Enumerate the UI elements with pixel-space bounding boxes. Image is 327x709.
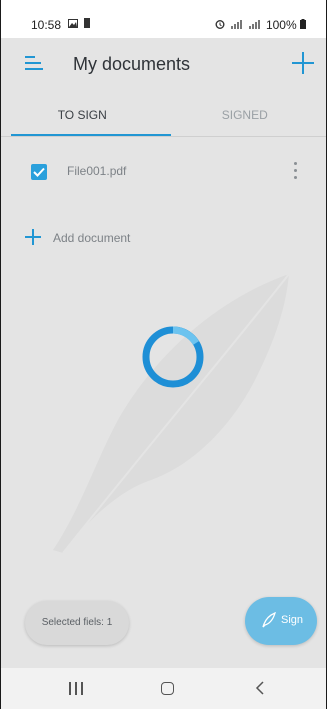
- sign-button[interactable]: Sign: [245, 597, 317, 645]
- check-icon: [33, 167, 45, 177]
- phone-screen: 10:58 100% My documents TO SIGN SIGNED F…: [0, 0, 327, 709]
- alarm-icon: [215, 20, 225, 29]
- file-checkbox[interactable]: [31, 164, 47, 180]
- feather-watermark-icon: [53, 273, 290, 554]
- battery-percent: 100%: [265, 18, 297, 32]
- page-title: My documents: [73, 54, 191, 74]
- signal-icon: [231, 20, 243, 29]
- plus-icon: [25, 229, 41, 245]
- app-content: My documents TO SIGN SIGNED File001.pdf …: [1, 38, 326, 668]
- tab-signed[interactable]: SIGNED: [164, 98, 327, 138]
- tab-to-sign[interactable]: TO SIGN: [1, 98, 164, 138]
- status-left-icons: [68, 18, 91, 31]
- status-right: 100%: [215, 18, 306, 32]
- back-icon[interactable]: [255, 681, 265, 695]
- plus-icon[interactable]: [290, 50, 316, 76]
- file-row[interactable]: File001.pdf: [1, 156, 326, 186]
- add-document-label: Add document: [53, 231, 131, 245]
- image-icon: [68, 19, 78, 28]
- tab-indicator: [11, 134, 171, 136]
- menu-icon[interactable]: [25, 56, 43, 72]
- recents-icon[interactable]: [69, 682, 83, 696]
- battery-icon: [300, 19, 306, 29]
- selected-files-badge: Selected fiels: 1: [25, 601, 129, 645]
- loading-spinner: [142, 326, 204, 388]
- system-nav-bar: [1, 668, 326, 709]
- app-bar: My documents: [1, 38, 326, 90]
- status-bar: 10:58 100%: [1, 0, 326, 38]
- file-name: File001.pdf: [67, 164, 127, 178]
- notification-icon: [83, 18, 90, 28]
- status-time: 10:58: [31, 18, 62, 32]
- home-icon[interactable]: [161, 682, 174, 695]
- more-options-icon[interactable]: [294, 162, 298, 180]
- signal-icon: [248, 20, 260, 29]
- tab-divider: [1, 136, 326, 137]
- tab-bar: TO SIGN SIGNED: [1, 98, 326, 138]
- add-document-button[interactable]: Add document: [1, 224, 326, 252]
- sign-label: Sign: [281, 614, 304, 626]
- pen-icon: [262, 612, 276, 628]
